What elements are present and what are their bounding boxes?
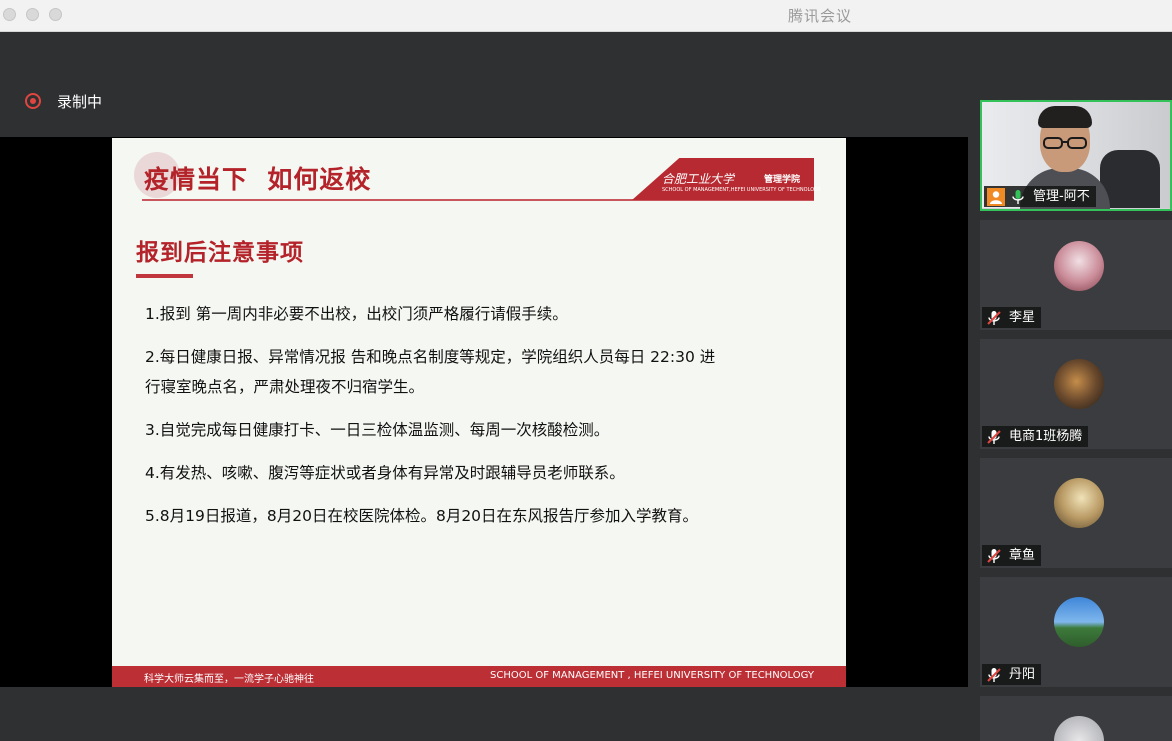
participant-sidebar[interactable]: 管理-阿不 李星 电商1班杨腾 章鱼 丹阳 bbox=[968, 32, 1172, 741]
university-logo-english: SCHOOL OF MANAGEMENT,HEFEI UNIVERSITY OF… bbox=[662, 187, 821, 193]
avatar bbox=[1054, 241, 1104, 291]
mic-muted-icon bbox=[987, 429, 1001, 444]
participant-tile[interactable]: 章鱼 bbox=[980, 458, 1172, 568]
participant-name-tag: 章鱼 bbox=[982, 545, 1042, 566]
participant-name-tag: 管理-阿不 bbox=[984, 186, 1096, 207]
avatar bbox=[1054, 359, 1104, 409]
section-title: 报到后注意事项 bbox=[136, 240, 304, 266]
mic-muted-icon bbox=[987, 310, 1001, 325]
participant-name-tag: 电商1班杨腾 bbox=[982, 426, 1089, 447]
slide-item: 2.每日健康日报、异常情况报 告和晚点名制度等规定，学院组织人员每日 22:30… bbox=[145, 348, 716, 366]
participant-tile[interactable] bbox=[980, 696, 1172, 741]
recording-icon[interactable] bbox=[25, 93, 41, 109]
host-icon bbox=[987, 187, 1005, 206]
participant-tile[interactable]: 电商1班杨腾 bbox=[980, 339, 1172, 449]
participant-name-tag: 李星 bbox=[982, 307, 1042, 328]
participant-name: 章鱼 bbox=[1009, 548, 1036, 563]
avatar bbox=[1054, 597, 1104, 647]
slide-item: 5.8月19日报道，8月20日在校医院体检。8月20日在东风报告厅参加入学教育。 bbox=[145, 507, 699, 525]
participant-name-tag: 丹阳 bbox=[982, 664, 1042, 685]
mic-on-icon bbox=[1012, 189, 1024, 204]
avatar bbox=[1054, 478, 1104, 528]
participant-name: 管理-阿不 bbox=[1033, 189, 1090, 204]
mic-muted-icon bbox=[987, 548, 1001, 563]
screen-share-area: 录制中 疫情当下 如何返校 合肥工业大学 管理学院 SCHOOL OF MANA… bbox=[0, 32, 968, 741]
participant-tile[interactable]: 李星 bbox=[980, 220, 1172, 330]
slide-footer: 科学大师云集而至，一流学子心驰神往 SCHOOL OF MANAGEMENT ,… bbox=[112, 666, 846, 687]
participant-tile[interactable]: 丹阳 bbox=[980, 577, 1172, 687]
participant-name: 李星 bbox=[1009, 310, 1036, 325]
slide-item: 行寝室晚点名，严肃处理夜不归宿学生。 bbox=[145, 378, 425, 396]
avatar bbox=[1054, 716, 1104, 741]
mic-muted-icon bbox=[987, 667, 1001, 682]
participant-name: 电商1班杨腾 bbox=[1009, 429, 1083, 444]
slide-item: 3.自觉完成每日健康打卡、一日三检体温监测、每周一次核酸检测。 bbox=[145, 421, 610, 439]
participant-name: 丹阳 bbox=[1009, 667, 1036, 682]
presentation-slide: 疫情当下 如何返校 合肥工业大学 管理学院 SCHOOL OF MANAGEME… bbox=[112, 138, 846, 687]
university-logo-text: 合肥工业大学 bbox=[662, 172, 735, 186]
footer-slogan: 科学大师云集而至，一流学子心驰神往 bbox=[144, 674, 314, 685]
recording-status[interactable]: 录制中 bbox=[57, 91, 102, 112]
slide-item: 4.有发热、咳嗽、腹泻等症状或者身体有异常及时跟辅导员老师联系。 bbox=[145, 464, 625, 482]
window-titlebar: 腾讯会议 bbox=[0, 0, 1172, 32]
school-logo-text: 管理学院 bbox=[764, 175, 801, 185]
slide-item: 1.报到 第一周内非必要不出校，出校门须严格履行请假手续。 bbox=[145, 305, 568, 323]
window-title: 腾讯会议 bbox=[787, 7, 852, 25]
participant-tile-video[interactable]: 管理-阿不 bbox=[980, 100, 1172, 211]
slide-header-title: 疫情当下 如何返校 bbox=[144, 165, 372, 194]
recording-bar: 录制中 bbox=[0, 32, 968, 137]
bottom-toolbar-area bbox=[0, 687, 968, 741]
section-underline bbox=[136, 274, 193, 278]
footer-school-name: SCHOOL OF MANAGEMENT , HEFEI UNIVERSITY … bbox=[489, 670, 814, 681]
